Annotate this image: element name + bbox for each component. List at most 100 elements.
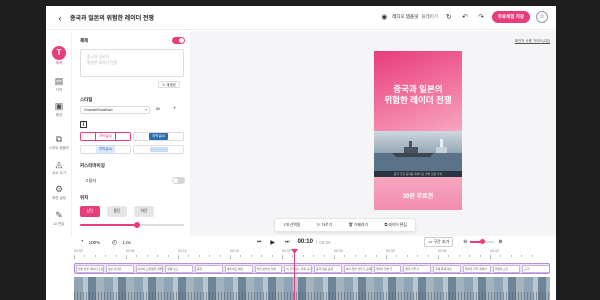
ruler-tick-mark (250, 255, 252, 257)
video-track[interactable] (74, 276, 550, 300)
subtitle-clip[interactable]: 국제적 교훈 (492, 265, 521, 273)
tool-rail: T 제목 ▤ 자막 ▣ 배경 ⧉ 스마트 템플릿 ◬ 요소 추가 ⚙ 화면 설정… (46, 31, 72, 236)
rail-label: 요소 추가 (52, 171, 66, 175)
italic-toggle-icon[interactable]: I (80, 121, 87, 128)
skip-forward-icon[interactable]: ⏭ (285, 239, 290, 245)
edit-layer-button[interactable]: ⧉ 레이어 편집 (385, 223, 407, 228)
template-mode-action[interactable]: 플레이기 (421, 14, 438, 20)
shadow-toggle[interactable] (172, 177, 185, 184)
ruler-tick-mark (240, 255, 242, 257)
position-top-button[interactable]: 상단 (80, 206, 100, 217)
subtitle-clip[interactable]: 중국 대응 공개 (314, 265, 342, 273)
rail-item-title[interactable]: T 제목 (46, 46, 72, 66)
export-button[interactable]: 무료체험 저장 (491, 11, 530, 23)
rail-item-elements[interactable]: ◬ 요소 추가 (46, 158, 72, 176)
color-preset-3[interactable]: 자막글씨 (80, 145, 131, 154)
rail-item-smart-template[interactable]: ⧉ 스마트 템플릿 (46, 133, 72, 151)
avatar[interactable]: ☺ (536, 11, 548, 23)
rail-label: AI 편집 (53, 222, 65, 226)
timeline-ruler[interactable]: 00:00 00:05 00:10 00:15 00:20 00:25 00:30 00:35… (73, 249, 556, 259)
title-toggle[interactable] (172, 37, 185, 44)
rail-item-background[interactable]: ▣ 배경 (46, 100, 72, 118)
undo-icon[interactable]: ↶ (460, 12, 470, 22)
ruler-tick-mark (94, 255, 96, 257)
subtitle-clip[interactable]: 이번이 도발했을 일본 해협 (135, 265, 164, 273)
preview-subline: 30분 무료권 (402, 194, 434, 200)
zoom-level[interactable]: 100% (89, 240, 101, 245)
timeline-zoom-slider[interactable] (470, 239, 495, 244)
subtitle-clip[interactable]: 레이더 일본 군 (373, 265, 402, 273)
background-icon: ▣ (54, 101, 64, 111)
video-preview[interactable]: 중국과 일본의 위험한 레이더 전쟁 중국 군함 공격용 레이더로 일본 함정 … (374, 51, 462, 210)
position-section-heading: 위치 (80, 195, 89, 200)
title-textarea[interactable]: 중국과 일본의 위험한 레이더 전쟁 (80, 49, 184, 77)
playback-speed[interactable]: 1.0x (122, 240, 131, 245)
ruler-tick-mark (167, 255, 169, 257)
position-bottom-button[interactable]: 하단 (134, 206, 154, 217)
skip-back-icon[interactable]: ⏮ (257, 239, 262, 245)
color-swatch (149, 147, 168, 152)
toggle-knob (179, 38, 184, 43)
rail-item-settings[interactable]: ⚙ 화면 설정 (46, 183, 72, 201)
subtitle-clip[interactable]: 결국 전투기 (403, 265, 431, 273)
delete-label: 삭제하기 (354, 223, 369, 227)
subtitle-clip[interactable]: 상황 보고 (165, 265, 193, 273)
back-arrow-icon[interactable]: ‹ (52, 13, 68, 23)
ruler-tick-mark (105, 255, 107, 257)
ruler-tick-mark (427, 255, 429, 257)
title-icon: T (52, 46, 66, 60)
preview-canvas: 제안자 사용 가이드(2분) 중국과 일본의 위험한 레이더 전쟁 중국 군함 … (190, 31, 556, 236)
subtitle-clip[interactable]: 레이더로 비판 (224, 265, 253, 273)
font-name: GmarketSansBold (84, 108, 113, 112)
font-size-stepper-icon[interactable]: + (173, 106, 177, 112)
subtitle-clip[interactable]: 근거 (522, 265, 549, 273)
zoom-in-icon[interactable]: ⊕ (498, 239, 502, 245)
ruler-tick-mark (230, 255, 231, 259)
subtitle-clip[interactable]: 이번 사건은 (105, 265, 134, 273)
color-preset-4[interactable] (133, 145, 184, 154)
color-preset-1[interactable]: 자막글씨 (80, 132, 131, 141)
ruler-tick-mark (313, 255, 315, 257)
add-clip-button[interactable]: ▭ 구간 추가 (424, 237, 454, 247)
speed-icon[interactable]: ◴ (112, 239, 117, 246)
project-title: 중국과 일본의 위험한 레이더 전쟁 (70, 16, 154, 22)
rail-item-subtitle[interactable]: ▤ 자막 (46, 75, 72, 93)
subtitle-clip[interactable]: 일본은 전투 레이더 (462, 265, 491, 273)
chevron-down-icon: ▾ (145, 108, 147, 112)
refresh-icon[interactable]: ↻ (444, 12, 454, 22)
subtitle-clip[interactable]: 일본 정부 레이더 조사 (76, 265, 104, 273)
subtitle-clip[interactable]: 이미 일본 전투기 공격용 (343, 265, 372, 273)
regenerate-button[interactable]: ↻ 재생성 (158, 81, 180, 88)
zoom-icon[interactable]: ◔ (80, 239, 84, 245)
ruler-tick-mark (115, 255, 117, 257)
color-preset-2[interactable]: 자막글씨 (133, 132, 184, 141)
zoom-out-icon[interactable]: ⊖ (463, 239, 467, 245)
smart-template-icon: ⧉ (55, 134, 63, 144)
play-icon[interactable]: ▶ (270, 239, 275, 246)
timeline-zoom-handle[interactable] (480, 239, 486, 244)
cut-label: 자르기 (321, 222, 332, 227)
template-mode-toggle[interactable]: ◉ 레디오 템플릿 플레이기 (379, 12, 438, 22)
position-offset-slider[interactable] (80, 222, 184, 228)
rail-item-ai-edit[interactable]: ✎ AI 편집 (46, 209, 72, 227)
redo-icon[interactable]: ↷ (476, 12, 486, 22)
subtitle-clip[interactable]: 중국 (195, 265, 223, 273)
preview-headline: 중국과 일본의 위험한 레이더 전쟁 (384, 84, 452, 105)
font-select[interactable]: GmarketSansBold ▾ (80, 106, 150, 114)
playhead[interactable] (294, 249, 295, 300)
rail-label: 화면 설정 (52, 196, 66, 200)
subtitle-clip[interactable]: 이 전투기는 국제 규칙 (284, 265, 312, 273)
subtitle-clip[interactable]: 국제 문제 제기 (433, 265, 461, 273)
subtitle-track[interactable]: 일본 정부 레이더 조사이번 사건은이번이 도발했을 일본 해협상황 보고중국레… (74, 263, 550, 274)
subtitle-clip[interactable]: 일본 정부는 이번 (254, 265, 283, 273)
ruler-tick-label: 00:35 (438, 249, 447, 253)
color-chip-label: 자막글씨 (149, 133, 168, 140)
position-middle-button[interactable]: 중단 (107, 206, 127, 217)
ruler-tick-mark (282, 255, 283, 259)
slider-handle[interactable] (134, 222, 141, 228)
font-size-field[interactable]: 86 (153, 106, 173, 114)
usage-guide-link[interactable]: 제안자 사용 가이드(2분) (515, 39, 550, 44)
toggle-knob (173, 178, 178, 183)
cut-button[interactable]: ✂ 자르기 (317, 223, 332, 228)
delete-button[interactable]: 🗑 삭제하기 (348, 222, 368, 228)
